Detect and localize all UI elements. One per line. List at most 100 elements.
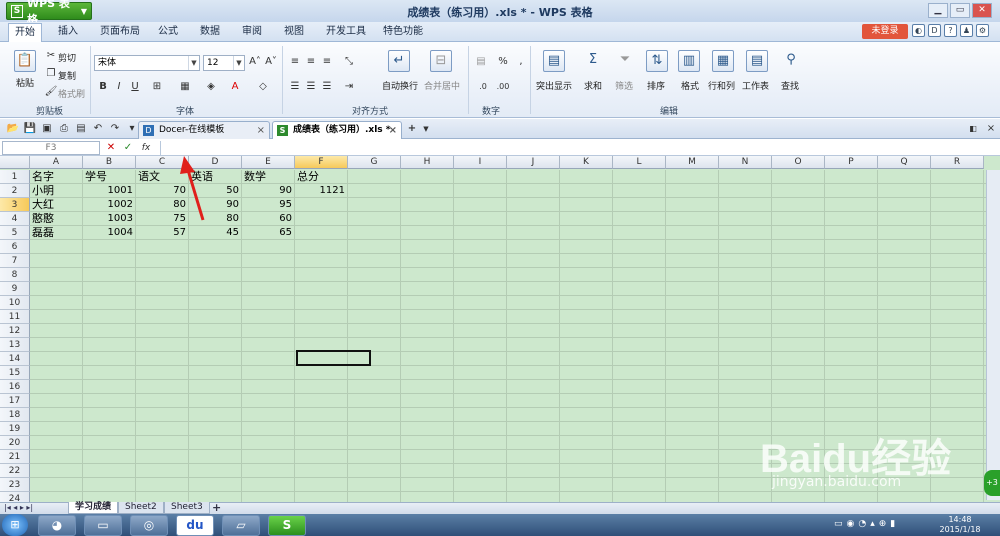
sum-button[interactable]: 求和 — [584, 79, 602, 92]
filter-button[interactable]: 筛选 — [615, 79, 633, 92]
merge-center-icon[interactable]: ⊟ — [430, 50, 452, 72]
clear-format-icon[interactable]: ◇ — [256, 80, 270, 94]
column-header[interactable]: B — [83, 156, 136, 169]
column-header[interactable]: N — [719, 156, 772, 169]
format-painter-icon[interactable]: 🖌 — [44, 85, 58, 99]
cell[interactable]: 1121 — [295, 184, 348, 198]
row-header[interactable]: 13 — [0, 338, 30, 352]
wrap-text-icon[interactable]: ↵ — [388, 50, 410, 72]
border-icon[interactable]: ⊞ — [150, 80, 164, 94]
wps-app-icon[interactable]: S — [268, 515, 306, 536]
decrease-decimal-icon[interactable]: .00 — [496, 80, 510, 94]
column-header[interactable]: K — [560, 156, 613, 169]
row-header[interactable]: 16 — [0, 380, 30, 394]
chevron-down-icon[interactable]: ▼ — [419, 122, 433, 136]
align-middle-icon[interactable]: ≡ — [304, 55, 318, 69]
tab-review[interactable]: 审阅 — [236, 23, 268, 41]
notepad-app-icon[interactable]: ▱ — [222, 515, 260, 536]
cancel-icon[interactable]: ✕ — [104, 141, 118, 155]
cell[interactable]: 大红 — [30, 198, 83, 212]
sheet-tab-2[interactable]: Sheet2 — [118, 502, 164, 514]
row-header[interactable]: 4 — [0, 212, 30, 226]
tray-icons[interactable]: ▭◉◔▴⊕▮ — [834, 519, 899, 529]
cell[interactable]: 1002 — [83, 198, 136, 212]
highlight-button[interactable]: 突出显示 — [536, 79, 572, 92]
tab-data[interactable]: 数据 — [194, 23, 226, 41]
tab-formulas[interactable]: 公式 — [152, 23, 184, 41]
fill-color-icon[interactable]: ◈ — [204, 80, 218, 94]
copy-icon[interactable]: ❐ — [44, 67, 58, 81]
customize-icon[interactable]: ▾ — [125, 122, 139, 136]
merge-cells-icon[interactable]: ▦ — [178, 80, 192, 94]
indent-icon[interactable]: ⇥ — [342, 80, 356, 94]
highlight-icon[interactable]: ▤ — [543, 50, 565, 72]
add-sheet-icon[interactable]: + — [212, 501, 221, 514]
settings-icon[interactable]: ⚙ — [976, 24, 989, 37]
close-icon[interactable]: × — [984, 122, 998, 136]
row-header[interactable]: 11 — [0, 310, 30, 324]
print-icon[interactable]: ⎙ — [57, 122, 71, 136]
new-tab-icon[interactable]: + — [405, 122, 419, 136]
help-icon[interactable]: ? — [944, 24, 957, 37]
column-header[interactable]: O — [772, 156, 825, 169]
row-header[interactable]: 15 — [0, 366, 30, 380]
tab-view[interactable]: 视图 — [278, 23, 310, 41]
minimize-button[interactable]: ▁ — [928, 3, 948, 18]
baidu-app-icon[interactable]: du — [176, 515, 214, 536]
rows-columns-icon[interactable]: ▦ — [712, 50, 734, 72]
row-header[interactable]: 14 — [0, 352, 30, 366]
tab-home[interactable]: 开始 — [8, 23, 42, 42]
column-header[interactable]: G — [348, 156, 401, 169]
column-header[interactable]: L — [613, 156, 666, 169]
cut-icon[interactable]: ✂ — [44, 49, 58, 63]
row-header[interactable]: 19 — [0, 422, 30, 436]
select-all-corner[interactable] — [0, 156, 30, 169]
skin-icon[interactable]: ◐ — [912, 24, 925, 37]
row-header[interactable]: 23 — [0, 478, 30, 492]
merge-center-button[interactable]: 合并居中 — [424, 79, 460, 92]
filter-icon[interactable]: ⏷ — [614, 50, 636, 72]
cell[interactable]: 小明 — [30, 184, 83, 198]
sheet-tab-1[interactable]: 学习成绩 — [68, 502, 119, 514]
align-top-icon[interactable]: ≡ — [288, 55, 302, 69]
row-header[interactable]: 2 — [0, 184, 30, 198]
column-header[interactable]: P — [825, 156, 878, 169]
sum-icon[interactable]: Σ — [582, 50, 604, 72]
rows-columns-button[interactable]: 行和列 — [708, 79, 735, 92]
cell[interactable]: 95 — [242, 198, 295, 212]
cell[interactable]: 1003 — [83, 212, 136, 226]
tab-docer-templates[interactable]: D Docer-在线模板 × — [138, 121, 270, 139]
tab-workbook[interactable]: S 成绩表（练习用）.xls * × — [272, 121, 402, 139]
align-bottom-icon[interactable]: ≡ — [320, 55, 334, 69]
sheet-tab-3[interactable]: Sheet3 — [164, 502, 210, 514]
binoculars-icon[interactable]: ⚲ — [780, 50, 802, 72]
column-header[interactable]: E — [242, 156, 295, 169]
row-header[interactable]: 17 — [0, 394, 30, 408]
cell[interactable]: 憨憨 — [30, 212, 83, 226]
worksheet-icon[interactable]: ▤ — [746, 50, 768, 72]
confirm-icon[interactable]: ✓ — [121, 141, 135, 155]
sort-icon[interactable]: ⇅ — [646, 50, 668, 72]
save-icon[interactable]: 💾 — [23, 122, 37, 136]
thousands-icon[interactable]: , — [514, 55, 528, 69]
cell[interactable]: 学号 — [83, 170, 136, 184]
tab-developer[interactable]: 开发工具 — [320, 23, 372, 41]
row-header[interactable]: 18 — [0, 408, 30, 422]
row-header[interactable]: 21 — [0, 450, 30, 464]
row-header[interactable]: 24 — [0, 492, 30, 502]
column-header[interactable]: M — [666, 156, 719, 169]
bold-button[interactable]: B — [96, 80, 110, 94]
close-icon[interactable]: × — [389, 122, 397, 139]
row-header[interactable]: 8 — [0, 268, 30, 282]
cell[interactable]: 60 — [242, 212, 295, 226]
sort-button[interactable]: 排序 — [647, 79, 665, 92]
number-format-icon[interactable]: ▤ — [474, 55, 488, 69]
column-header[interactable]: H — [401, 156, 454, 169]
cell[interactable]: 名字 — [30, 170, 83, 184]
cell[interactable]: 数学 — [242, 170, 295, 184]
column-header[interactable]: R — [931, 156, 984, 169]
docer-icon[interactable]: D — [928, 24, 941, 37]
login-button[interactable]: 未登录 — [862, 24, 908, 39]
underline-button[interactable]: U — [128, 80, 142, 94]
export-icon[interactable]: ▤ — [74, 122, 88, 136]
